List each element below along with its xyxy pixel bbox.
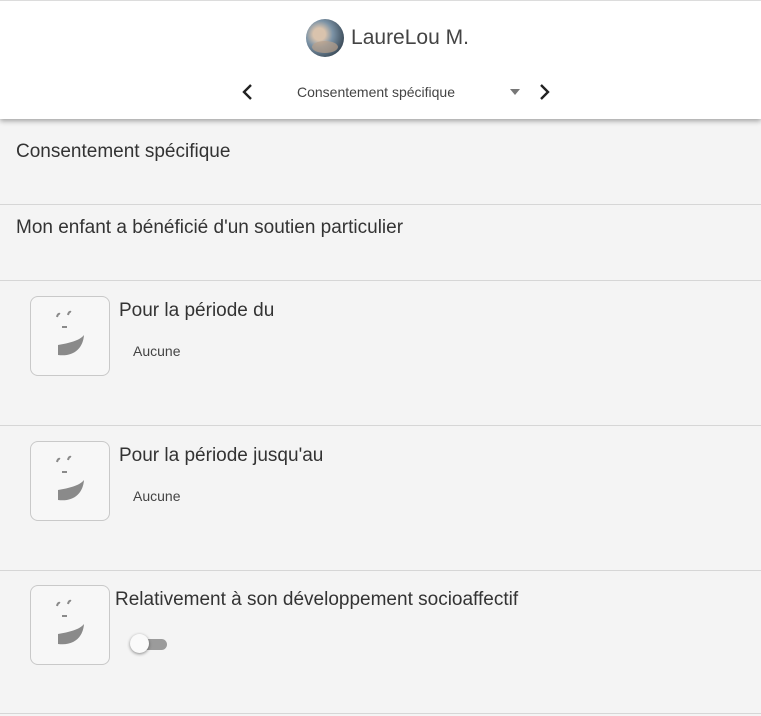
- question-value[interactable]: Aucune: [133, 488, 180, 504]
- question-title: Relativement à son développement socioaf…: [115, 589, 519, 610]
- chevron-left-icon: [242, 84, 252, 100]
- question-value[interactable]: Aucune: [133, 343, 180, 359]
- question-title: Pour la période jusqu'au: [119, 445, 324, 466]
- chevron-right-icon: [540, 84, 550, 100]
- form-selector[interactable]: Consentement spécifique: [297, 77, 523, 107]
- question-item: Pour la période jusqu'au Aucune: [0, 425, 761, 569]
- caret-down-icon: [510, 89, 520, 95]
- next-button[interactable]: [533, 77, 557, 107]
- question-item: Pour la période du Aucune: [0, 280, 761, 424]
- form-selector-value: Consentement spécifique: [297, 84, 455, 100]
- previous-button[interactable]: [235, 77, 259, 107]
- question-item: Relativement à son développement socioaf…: [0, 569, 761, 713]
- item-thumbnail: [30, 585, 110, 665]
- question-title: Pour la période du: [119, 300, 275, 321]
- avatar: [306, 19, 345, 57]
- user-info: LaureLou M.: [0, 19, 761, 57]
- item-thumbnail: [30, 441, 110, 521]
- section-subtitle: Mon enfant a bénéficié d'un soutien part…: [16, 217, 404, 238]
- divider: [0, 713, 761, 714]
- app-header: LaureLou M. Consentement spécifique: [0, 0, 761, 119]
- divider: [0, 204, 761, 205]
- toggle-knob: [130, 634, 149, 653]
- user-name: LaureLou M.: [351, 26, 469, 49]
- smiley-placeholder-icon: [56, 310, 84, 356]
- socioaffective-toggle[interactable]: [130, 633, 168, 653]
- section-title: Consentement spécifique: [16, 141, 231, 162]
- item-thumbnail: [30, 296, 110, 376]
- smiley-placeholder-icon: [56, 455, 84, 501]
- smiley-placeholder-icon: [56, 599, 84, 645]
- form-navigation: Consentement spécifique: [0, 77, 761, 107]
